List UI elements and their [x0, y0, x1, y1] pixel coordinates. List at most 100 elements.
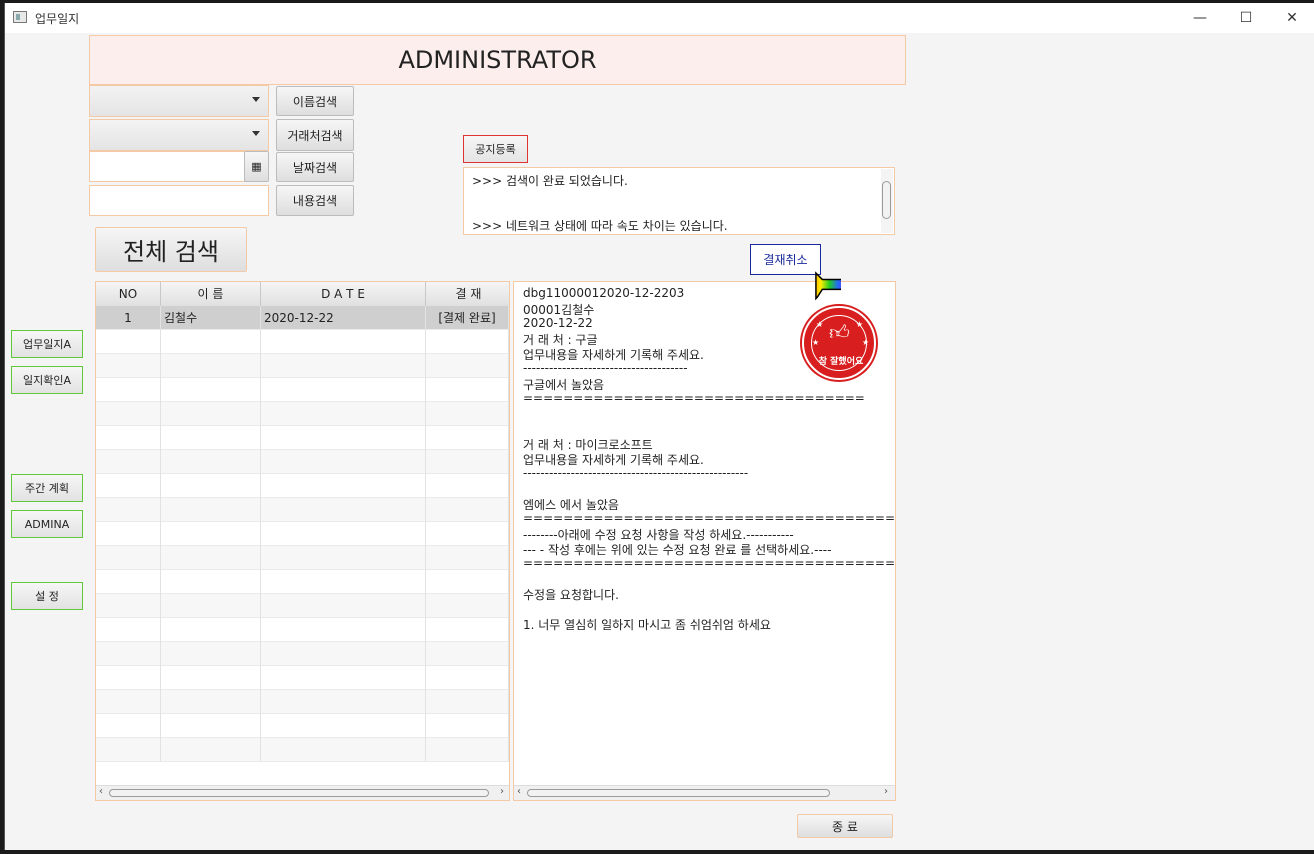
- close-icon: ✕: [1286, 10, 1298, 26]
- scroll-right-icon[interactable]: ›: [884, 786, 888, 797]
- table-cell: 1: [96, 306, 161, 330]
- minimize-button[interactable]: —: [1177, 3, 1223, 33]
- table-cell: [426, 522, 509, 546]
- maximize-button[interactable]: ☐: [1223, 3, 1269, 33]
- notice-area[interactable]: >>> 검색이 완료 되었습니다. >>> 네트워크 상태에 따라 속도 차이는…: [463, 167, 895, 235]
- scroll-left-icon[interactable]: ‹: [517, 786, 521, 797]
- table-row[interactable]: [96, 546, 509, 570]
- app-window: 업무일지 — ☐ ✕ ADMINISTRATOR 이름검색 거래처검색 ▦ 날짜…: [4, 3, 1314, 850]
- table-row[interactable]: [96, 738, 509, 762]
- notice-register-button[interactable]: 공지등록: [463, 135, 528, 163]
- scroll-thumb[interactable]: [882, 181, 891, 219]
- table-cell: [96, 546, 161, 570]
- name-combo[interactable]: [89, 85, 269, 117]
- table-cell: [161, 498, 261, 522]
- detail-line: =======================================: [523, 556, 896, 570]
- table-cell: [96, 690, 161, 714]
- table-row[interactable]: [96, 426, 509, 450]
- table-row[interactable]: [96, 666, 509, 690]
- table-h-scrollbar[interactable]: ‹ ›: [96, 785, 509, 800]
- star-icon: ★: [816, 320, 824, 329]
- date-field[interactable]: [89, 151, 245, 182]
- notice-line: >>> 네트워크 상태에 따라 속도 차이는 있습니다.: [472, 219, 728, 233]
- table-cell: [261, 426, 426, 450]
- table-cell: [261, 666, 426, 690]
- detail-line: ----------------------------------------…: [523, 466, 749, 480]
- column-header-name[interactable]: 이 름: [161, 282, 261, 306]
- detail-line: dbg11000012020-12-2203: [523, 286, 685, 300]
- table-cell: [161, 594, 261, 618]
- detail-line: =======================================: [523, 511, 896, 525]
- sidebar-item-admin[interactable]: ADMINA: [11, 510, 83, 538]
- table-row[interactable]: [96, 594, 509, 618]
- column-header-no[interactable]: NO: [96, 282, 161, 306]
- detail-text-area[interactable]: dbg11000012020-12-2203 00001김철수 2020-12-22…: [513, 281, 896, 801]
- content-field[interactable]: [89, 185, 269, 216]
- table-cell: [96, 474, 161, 498]
- table-cell: [96, 714, 161, 738]
- table-row[interactable]: [96, 354, 509, 378]
- scroll-thumb[interactable]: [109, 789, 489, 797]
- column-header-date[interactable]: D A T E: [261, 282, 426, 306]
- sidebar-item-log-check[interactable]: 일지확인A: [11, 366, 83, 394]
- sidebar-item-weekly-plan[interactable]: 주간 계획: [11, 474, 83, 502]
- all-search-button[interactable]: 전체 검색: [95, 227, 247, 272]
- page-title: ADMINISTRATOR: [89, 35, 906, 85]
- table-cell: [161, 738, 261, 762]
- date-search-button[interactable]: 날짜검색: [276, 152, 354, 182]
- close-window-button[interactable]: ✕: [1269, 3, 1314, 33]
- table-cell: [426, 666, 509, 690]
- table-row[interactable]: [96, 714, 509, 738]
- chevron-down-icon: [252, 131, 260, 136]
- table-cell: [261, 522, 426, 546]
- table-cell: [161, 618, 261, 642]
- table-row[interactable]: [96, 330, 509, 354]
- table-row[interactable]: [96, 474, 509, 498]
- table-cell: [161, 354, 261, 378]
- table-cell: 2020-12-22: [261, 306, 426, 330]
- sidebar-item-settings[interactable]: 설 정: [11, 582, 83, 610]
- calendar-button[interactable]: ▦: [244, 151, 269, 182]
- star-icon: ★: [862, 338, 870, 347]
- log-table[interactable]: NO 이 름 D A T E 결 재 1 김철수 2020-12-22 [결제 완료]…: [95, 281, 510, 801]
- column-header-approval[interactable]: 결 재: [426, 282, 509, 306]
- table-row[interactable]: [96, 618, 509, 642]
- sidebar-item-worklog[interactable]: 업무일지A: [11, 330, 83, 358]
- table-row[interactable]: [96, 498, 509, 522]
- table-cell: [261, 570, 426, 594]
- notice-scrollbar[interactable]: [881, 169, 893, 233]
- table-row[interactable]: [96, 402, 509, 426]
- exit-button[interactable]: 종 료: [797, 814, 893, 838]
- vendor-search-button[interactable]: 거래처검색: [276, 119, 354, 151]
- scroll-left-icon[interactable]: ‹: [99, 786, 103, 797]
- table-cell: [161, 714, 261, 738]
- table-cell: [426, 594, 509, 618]
- star-icon: ★: [856, 320, 864, 329]
- table-cell: [96, 666, 161, 690]
- table-cell: [96, 738, 161, 762]
- table-cell: [426, 378, 509, 402]
- table-row[interactable]: [96, 642, 509, 666]
- table-cell: [161, 402, 261, 426]
- table-row[interactable]: 1 김철수 2020-12-22 [결제 완료]: [96, 306, 509, 330]
- table-cell: [261, 690, 426, 714]
- table-row[interactable]: [96, 690, 509, 714]
- table-row[interactable]: [96, 378, 509, 402]
- table-row[interactable]: [96, 522, 509, 546]
- table-row[interactable]: [96, 450, 509, 474]
- table-cell: [96, 618, 161, 642]
- scroll-right-icon[interactable]: ›: [500, 786, 504, 797]
- scroll-thumb[interactable]: [527, 789, 830, 797]
- detail-h-scrollbar[interactable]: ‹ ›: [514, 785, 895, 800]
- content-search-button[interactable]: 내용검색: [276, 185, 354, 216]
- vendor-combo[interactable]: [89, 119, 269, 151]
- table-cell: [261, 546, 426, 570]
- table-row[interactable]: [96, 570, 509, 594]
- table-cell: [96, 354, 161, 378]
- name-search-button[interactable]: 이름검색: [276, 86, 354, 116]
- table-cell: [426, 714, 509, 738]
- star-icon: ★: [812, 338, 820, 347]
- table-cell: [96, 378, 161, 402]
- table-cell: [161, 450, 261, 474]
- table-cell: [426, 354, 509, 378]
